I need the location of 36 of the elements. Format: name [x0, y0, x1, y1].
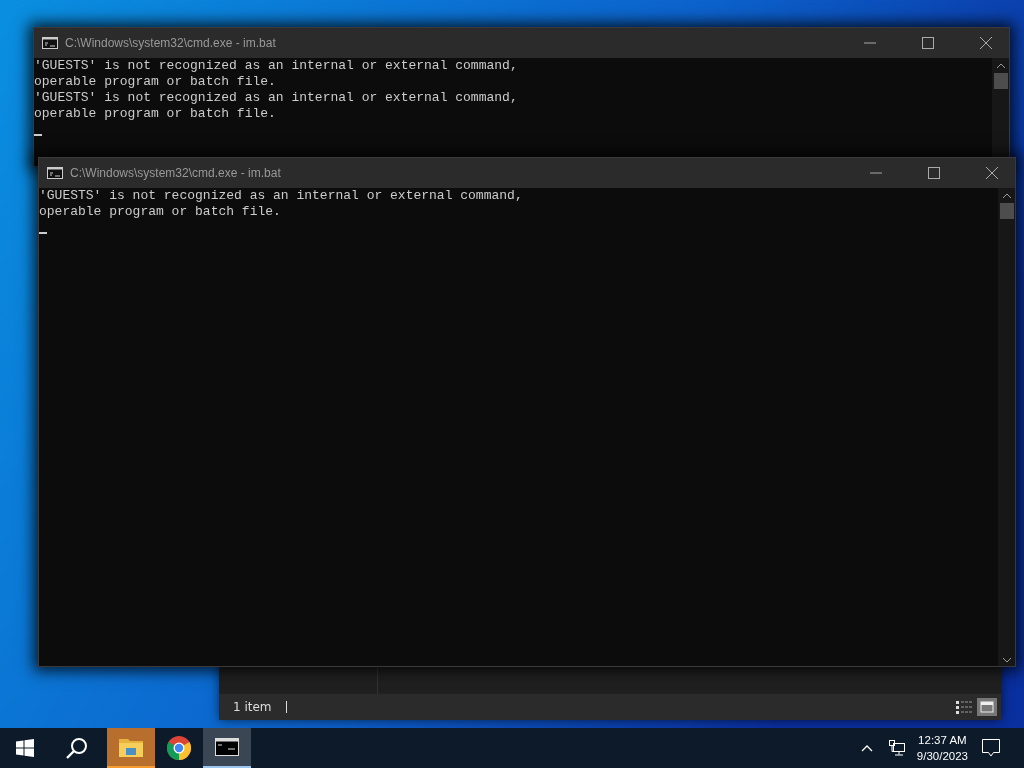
- folder-icon: [119, 737, 143, 757]
- text-cursor: [34, 134, 42, 136]
- close-icon[interactable]: [980, 37, 992, 49]
- network-icon[interactable]: [888, 740, 905, 756]
- window-title: C:\Windows\system32\cmd.exe - im.bat: [65, 36, 276, 50]
- tiles-view-icon[interactable]: [977, 698, 997, 716]
- console-icon: [47, 167, 63, 179]
- clock-time: 12:37 AM: [918, 733, 967, 748]
- console-line: 'GUESTS' is not recognized as an internal or external command,: [34, 90, 519, 106]
- taskbar-app[interactable]: [203, 728, 251, 768]
- scrollbar-thumb[interactable]: [999, 203, 1014, 219]
- console-icon: [215, 738, 239, 756]
- clock-date: 9/30/2023: [916, 749, 968, 764]
- clock[interactable]: 12:37 AM 9/30/2023: [916, 732, 968, 764]
- window-title: C:\Windows\system32\cmd.exe - im.bat: [70, 166, 281, 180]
- notification-icon[interactable]: [982, 739, 1000, 757]
- chrome-icon: [167, 736, 191, 760]
- close-icon[interactable]: [986, 167, 998, 179]
- scroll-up-icon[interactable]: [1001, 192, 1012, 200]
- maximize-icon[interactable]: [922, 37, 934, 49]
- console-line: operable program or batch file.: [34, 106, 277, 122]
- maximize-icon[interactable]: [928, 167, 940, 179]
- windows-logo-icon[interactable]: [16, 739, 34, 757]
- item-count: 1 item: [233, 700, 272, 714]
- console-line: 'GUESTS' is not recognized as an internal or external command,: [39, 188, 524, 204]
- search-icon[interactable]: [66, 737, 88, 759]
- text-cursor: [39, 232, 47, 234]
- scroll-down-icon[interactable]: [1001, 656, 1012, 664]
- console-line: 'GUESTS' is not recognized as an internal or external command,: [34, 58, 519, 74]
- console-line: operable program or batch file.: [39, 204, 282, 220]
- chevron-up-icon[interactable]: [860, 744, 873, 752]
- scroll-up-icon[interactable]: [995, 62, 1006, 70]
- scrollbar-thumb[interactable]: [993, 73, 1008, 89]
- console-line: operable program or batch file.: [34, 74, 277, 90]
- console-icon: [42, 37, 58, 49]
- details-view-icon[interactable]: [955, 700, 973, 714]
